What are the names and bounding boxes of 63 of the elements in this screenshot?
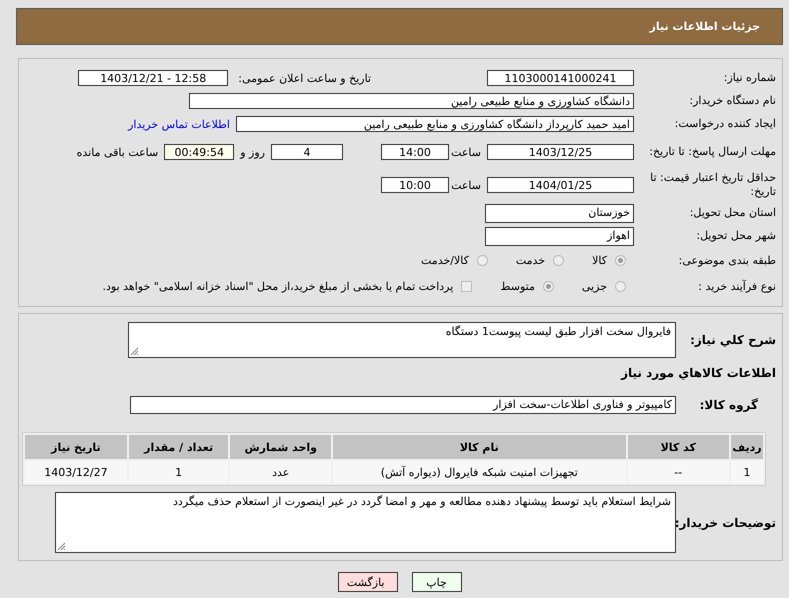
announce-date-field[interactable]: 1403/12/21 - 12:58 [78,70,228,86]
resize-grip-icon[interactable] [57,542,66,551]
field-label: گروه کالا: [698,398,759,412]
contact-link[interactable]: اطلاعات تماس خریدار [128,118,230,130]
need-number-field[interactable]: 1103000141000241 [487,70,634,86]
field-label: شرح کلي نیاز: [689,333,776,347]
table-cell: 1 [128,461,228,483]
table-cell: -- [628,461,730,483]
option-label: متوسط [500,280,535,293]
time-field[interactable]: 10:00 [381,177,449,193]
column-header: ردیف [731,435,763,459]
goods-group-field[interactable]: کامپیوتر و فناوری اطلاعات-سخت افزار [130,396,676,414]
radio-button[interactable] [553,255,564,266]
field-label: مهلت ارسال پاسخ: تا تاریخ: [648,145,776,159]
requester-field[interactable]: امید حمید کارپرداز دانشگاه کشاورزی و منابع طبیعی رامین [236,116,634,132]
checkbox[interactable] [461,281,472,292]
option-label: کالا/خدمت [421,254,469,267]
table-cell: 1403/12/27 [25,461,127,483]
radio-button[interactable] [476,255,488,266]
time-field[interactable]: 14:00 [381,144,449,160]
province-field[interactable]: خوزستان [485,204,634,222]
table-cell: 1 [731,461,763,483]
field-label: طبقه بندی موضوعی: [678,254,776,268]
column-header: واحد شمارش [230,435,332,459]
section-heading: اطلاعات کالاهاي مورد نیاز [621,366,776,380]
payment-note: پرداخت تمام یا بخشی از مبلغ خرید،از محل "اسناد خزانه اسلامی" خواهد بود. [102,280,454,293]
field-label: نام دستگاه خریدار: [688,94,776,108]
field-label: روز و [238,146,266,158]
field-label: استان محل تحویل: [688,206,776,220]
buyer-org-field[interactable]: دانشگاه کشاورزی و منابع طبیعی رامین [189,93,634,109]
option-label: جزیی [582,280,607,293]
date-field[interactable]: 1404/01/25 [487,177,634,193]
field-label: شماره نیاز: [722,71,776,85]
column-header: کد کالا [628,435,730,459]
column-header: تعداد / مقدار [128,435,228,459]
date-field[interactable]: 1403/12/25 [487,144,634,160]
city-field[interactable]: اهواز [485,226,634,246]
radio-button[interactable] [542,281,554,292]
field-label: نوع فرآیند خرید : [697,280,776,294]
radio-button[interactable] [615,281,626,292]
field-label: حداقل تاریخ اعتبار قیمت: تا تاریخ: [649,171,776,199]
back-button[interactable]: بازگشت [338,572,398,592]
table-cell: تجهیزات امنیت شبکه فایروال (دیواره آتش) [333,461,626,483]
option-label: کالا [592,254,607,267]
field-label: ایجاد کننده درخواست: [674,117,776,131]
resize-grip-icon[interactable] [130,347,139,356]
field-label: توضیحات خریدار: [676,516,776,530]
days-field[interactable]: 4 [271,144,343,160]
page-title: جزئیات اطلاعات نیاز [650,20,760,33]
field-label: شهر محل تحویل: [695,229,776,243]
radio-button[interactable] [615,255,626,266]
print-button[interactable]: چاپ [412,572,462,592]
field-label: ساعت [450,178,482,192]
option-label: خدمت [516,254,546,267]
remaining-time-field[interactable]: 00:49:54 [164,144,234,160]
field-label: تاریخ و ساعت اعلان عمومی: [237,72,372,84]
table-cell: عدد [230,461,332,483]
column-header: نام کالا [333,435,626,459]
buyer-notes-field[interactable]: شرایط استعلام باید توسط پیشنهاد دهنده مطالعه و مهر و امضا گردد در غیر اینصورت از استعلام حذف میگردد [55,492,676,553]
description-field[interactable]: فایروال سخت افزار طبق لیست پیوست1 دستگاه [128,322,676,358]
field-label: ساعت باقی مانده [76,146,160,158]
field-label: ساعت [450,146,482,158]
column-header: تاریخ نیاز [25,435,127,459]
